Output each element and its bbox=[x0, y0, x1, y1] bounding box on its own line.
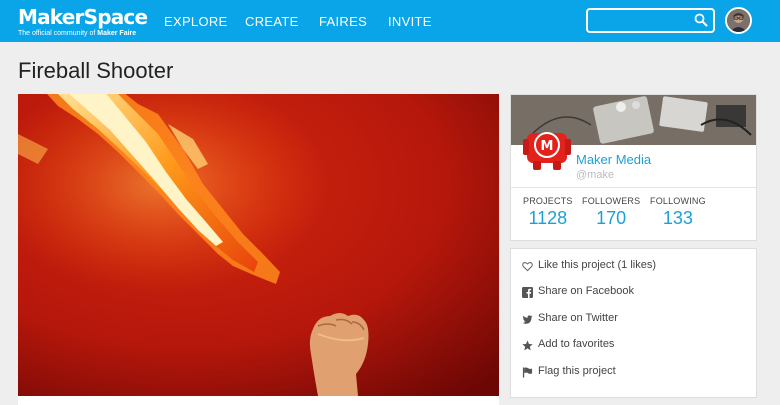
action-label: Add to favorites bbox=[538, 338, 615, 350]
stat-label: FOLLOWING bbox=[650, 196, 706, 206]
tagline-strong: Maker Faire bbox=[97, 30, 137, 37]
top-nav-bar: MakerSpace The official community of Mak… bbox=[0, 0, 780, 42]
stat-value: 1128 bbox=[528, 208, 568, 228]
star-icon bbox=[522, 340, 533, 351]
owner-name[interactable]: Maker Media bbox=[576, 152, 651, 167]
stat-followers[interactable]: FOLLOWERS 170 bbox=[582, 196, 640, 229]
flag-icon bbox=[522, 367, 533, 378]
tagline-prefix: The official community of bbox=[18, 30, 98, 37]
twitter-icon bbox=[522, 315, 533, 324]
facebook-icon bbox=[522, 287, 533, 298]
logo-tagline: The official community of Maker Faire bbox=[18, 29, 147, 38]
action-label: Flag this project bbox=[538, 365, 616, 377]
maker-robot-logo: M bbox=[523, 132, 571, 170]
stat-value: 133 bbox=[662, 208, 693, 228]
action-label: Share on Facebook bbox=[538, 285, 635, 297]
user-avatar[interactable] bbox=[725, 7, 752, 34]
search-icon[interactable] bbox=[694, 13, 708, 27]
action-label: Share on Twitter bbox=[538, 312, 618, 324]
makerspace-logo[interactable]: MakerSpace The official community of Mak… bbox=[18, 5, 148, 38]
heart-icon bbox=[522, 262, 533, 272]
logo-text: MakerSpace bbox=[18, 5, 148, 29]
nav-invite[interactable]: INVITE bbox=[388, 14, 432, 29]
card-divider bbox=[511, 187, 756, 188]
nav-faires[interactable]: FAIRES bbox=[319, 14, 367, 29]
search-input[interactable] bbox=[588, 10, 688, 31]
owner-handle: @make bbox=[576, 169, 615, 181]
stat-label: FOLLOWERS bbox=[582, 196, 641, 206]
search-box bbox=[586, 8, 715, 33]
fireball-photo bbox=[18, 94, 499, 396]
hero-caption-strip bbox=[18, 396, 499, 405]
action-label: Like this project (1 likes) bbox=[538, 259, 656, 271]
page-title: Fireball Shooter bbox=[18, 58, 174, 83]
project-actions-card: Like this project (1 likes) Share on Fac… bbox=[510, 248, 757, 398]
project-hero-image[interactable] bbox=[18, 94, 499, 396]
stat-value: 170 bbox=[596, 208, 627, 228]
owner-profile-card: M Maker Media @make PROJECTS 1128 FOLLOW… bbox=[510, 94, 757, 241]
avatar-image bbox=[727, 9, 750, 32]
nav-explore[interactable]: EXPLORE bbox=[164, 14, 228, 29]
stat-label: PROJECTS bbox=[523, 196, 573, 206]
stat-following[interactable]: FOLLOWING 133 bbox=[650, 196, 706, 229]
svg-text:M: M bbox=[541, 139, 554, 154]
stat-projects[interactable]: PROJECTS 1128 bbox=[523, 196, 573, 229]
nav-create[interactable]: CREATE bbox=[245, 14, 299, 29]
